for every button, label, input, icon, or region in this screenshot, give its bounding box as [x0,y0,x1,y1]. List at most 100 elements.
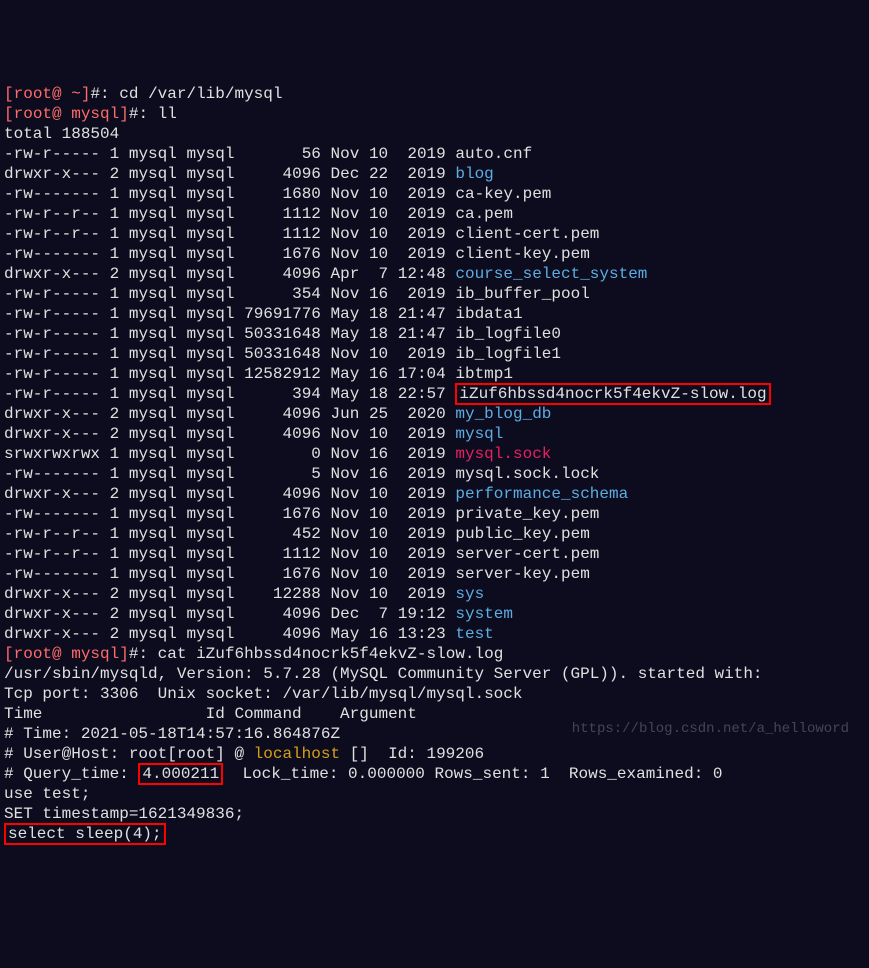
file-links: 2 [110,405,120,423]
file-time: 2019 [398,425,446,443]
file-links: 2 [110,585,120,603]
file-month: Nov [331,485,360,503]
file-links: 2 [110,165,120,183]
file-row: -rw-r----- 1 mysql mysql 50331648 Nov 10… [4,344,865,364]
prompt-command[interactable]: cat iZuf6hbssd4nocrk5f4ekvZ-slow.log [148,645,503,663]
file-name: server-key.pem [455,565,589,583]
prompt-command[interactable]: cd /var/lib/mysql [110,85,283,103]
file-group: mysql [186,605,234,623]
file-row: -rw-r--r-- 1 mysql mysql 1112 Nov 10 201… [4,544,865,564]
file-size: 1676 [244,245,321,263]
file-row: -rw------- 1 mysql mysql 5 Nov 16 2019 m… [4,464,865,484]
file-links: 1 [110,465,120,483]
file-time: 2019 [398,445,446,463]
file-name: mysql [455,425,503,443]
file-size: 56 [244,145,321,163]
file-name: server-cert.pem [455,545,599,563]
file-group: mysql [186,305,234,323]
file-owner: mysql [129,185,177,203]
file-row: -rw------- 1 mysql mysql 1676 Nov 10 201… [4,244,865,264]
file-group: mysql [186,545,234,563]
file-day: 18 [369,385,388,403]
file-owner: mysql [129,585,177,603]
file-perm: -rw-r----- [4,145,100,163]
file-month: Nov [331,585,360,603]
file-name: client-key.pem [455,245,589,263]
file-perm: drwxr-x--- [4,165,100,183]
file-perm: srwxrwxrwx [4,445,100,463]
file-owner: mysql [129,405,177,423]
file-perm: -rw------- [4,465,100,483]
log-line: /usr/sbin/mysqld, Version: 5.7.28 (MySQL… [4,664,865,684]
file-perm: -rw-r--r-- [4,225,100,243]
file-month: Nov [331,565,360,583]
file-owner: mysql [129,525,177,543]
file-group: mysql [186,585,234,603]
file-group: mysql [186,505,234,523]
file-links: 1 [110,365,120,383]
file-row: -rw-r----- 1 mysql mysql 354 Nov 16 2019… [4,284,865,304]
file-group: mysql [186,225,234,243]
file-perm: drwxr-x--- [4,405,100,423]
file-size: 79691776 [244,305,321,323]
file-links: 1 [110,285,120,303]
file-size: 0 [244,445,321,463]
file-group: mysql [186,325,234,343]
file-group: mysql [186,385,234,403]
file-owner: mysql [129,445,177,463]
file-row: -rw------- 1 mysql mysql 1676 Nov 10 201… [4,564,865,584]
file-month: Jun [331,405,360,423]
file-name: mysql.sock.lock [455,465,599,483]
file-links: 2 [110,605,120,623]
file-time: 2019 [398,225,446,243]
file-time: 2019 [398,545,446,563]
prompt-user: root@ [14,105,62,123]
file-row: -rw-r----- 1 mysql mysql 56 Nov 10 2019 … [4,144,865,164]
prompt-bracket: ] [119,645,129,663]
prompt-colon: : [138,105,148,123]
file-row: drwxr-x--- 2 mysql mysql 4096 Apr 7 12:4… [4,264,865,284]
file-month: Nov [331,285,360,303]
file-month: Dec [331,605,360,623]
file-links: 2 [110,425,120,443]
log-line: use test; [4,784,865,804]
file-links: 1 [110,245,120,263]
file-time: 2019 [398,525,446,543]
file-group: mysql [186,245,234,263]
file-day: 10 [369,425,388,443]
file-links: 1 [110,225,120,243]
file-name: system [455,605,513,623]
file-day: 18 [369,325,388,343]
file-perm: -rw-r----- [4,345,100,363]
file-perm: -rw-r----- [4,385,100,403]
file-owner: mysql [129,365,177,383]
file-time: 2019 [398,585,446,603]
file-month: Dec [331,165,360,183]
file-month: Nov [331,145,360,163]
file-size: 1112 [244,205,321,223]
file-size: 4096 [244,265,321,283]
file-size: 1112 [244,225,321,243]
file-group: mysql [186,205,234,223]
file-month: Nov [331,345,360,363]
file-perm: drwxr-x--- [4,605,100,623]
file-name: ib_logfile0 [455,325,561,343]
file-perm: -rw-r----- [4,285,100,303]
query-time-highlighted: 4.000211 [138,763,223,785]
log-line: # Query_time: 4.000211 Lock_time: 0.0000… [4,764,865,784]
file-month: Apr [331,265,360,283]
file-name: ca.pem [455,205,513,223]
file-time: 21:47 [398,305,446,323]
file-owner: mysql [129,245,177,263]
file-perm: -rw-r----- [4,305,100,323]
file-time: 2019 [398,345,446,363]
file-owner: mysql [129,225,177,243]
file-perm: drwxr-x--- [4,485,100,503]
file-time: 2019 [398,165,446,183]
file-owner: mysql [129,325,177,343]
file-time: 17:04 [398,365,446,383]
file-time: 2019 [398,285,446,303]
prompt-command[interactable]: ll [148,105,177,123]
file-group: mysql [186,465,234,483]
file-row: drwxr-x--- 2 mysql mysql 4096 May 16 13:… [4,624,865,644]
